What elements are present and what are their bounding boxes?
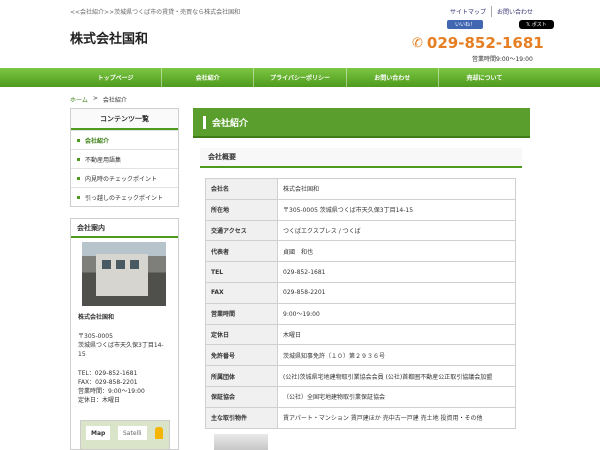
table-row: TEL 029-852-1681 — [205, 261, 516, 283]
info-address: 茨城県つくば市天久保3丁目14- — [78, 342, 164, 349]
row-label: 主な取引物件 — [205, 406, 278, 429]
social-buttons: いいね！ 𝕏 ポスト — [447, 20, 554, 29]
office-photo — [82, 242, 166, 306]
info-fax: FAX：029-858-2201 — [78, 379, 138, 386]
info-hours: 営業時間：9:00～19:00 — [78, 388, 145, 395]
table-row: 所属団体 (公社)茨城県宅地建物取引業協会会員 (公社)首都圏不動産公正取引協議会… — [205, 365, 516, 387]
row-value: 茨城県知事免許（１０）第２９３６号 — [277, 344, 516, 367]
sidebar-item-label: 引っ越しのチェックポイント — [85, 194, 164, 202]
fb-like-label: いいね！ — [454, 22, 475, 28]
row-value: 029-858-2201 — [277, 281, 516, 304]
satellite-tab[interactable]: Satelli — [118, 426, 147, 440]
company-info-table: 会社名 株式会社国和 所在地 〒305-0005 茨城県つくば市天久保3丁目14-15… — [205, 178, 516, 429]
x-post-label: ポスト — [531, 22, 547, 28]
sidebar-item-label: 会社紹介 — [85, 137, 110, 145]
sidebar-item-viewing-checkpoints[interactable]: 内見時のチェックポイント — [71, 168, 178, 187]
street-view-pegman-icon[interactable] — [155, 427, 163, 439]
page-title-bar: 会社紹介 — [193, 108, 530, 138]
phone-number[interactable]: ✆ 029-852-1681 — [412, 34, 544, 52]
row-value: 賃アパート・マンション 賃戸建ほか 売中古一戸建 売土地 投資用・その他 — [277, 406, 516, 429]
table-row: 交通アクセス つくばエクスプレス / つくば — [205, 219, 516, 242]
row-value: 株式会社国和 — [277, 178, 516, 200]
facebook-like-button[interactable]: いいね！ — [447, 20, 483, 29]
row-value: 貞國 和也 — [277, 240, 516, 263]
row-label: FAX — [205, 281, 278, 304]
table-row: 営業時間 9:00～19:00 — [205, 302, 516, 325]
title-marker-icon — [203, 115, 206, 129]
contact-link[interactable]: お問い合わせ — [491, 6, 538, 17]
nav-contact[interactable]: お問い合わせ — [345, 68, 438, 87]
table-row: FAX 029-858-2201 — [205, 281, 516, 304]
row-label: 交通アクセス — [205, 219, 278, 242]
nav-top[interactable]: トップページ — [70, 68, 161, 87]
row-label: 会社名 — [205, 178, 278, 200]
info-tel: TEL：029-852-1681 — [78, 370, 138, 377]
info-holiday: 定休日：木曜日 — [78, 397, 121, 404]
global-nav: トップページ 会社紹介 プライバシーポリシー お問い合わせ 売却について — [0, 68, 600, 87]
row-value: 029-852-1681 — [277, 261, 516, 283]
info-postal: 〒305-0005 — [78, 333, 113, 340]
nav-privacy[interactable]: プライバシーポリシー — [253, 68, 345, 87]
sidebar-item-company[interactable]: 会社紹介 — [71, 130, 178, 149]
bullet-icon — [77, 157, 80, 161]
row-label: 所属団体 — [205, 365, 278, 387]
sidebar-company-info: 会社案内 株式会社国和 〒305-0005 茨城県つくば市天久保3丁目14- 1… — [70, 218, 179, 450]
breadcrumb: ホーム > 会社紹介 — [70, 95, 127, 104]
x-post-button[interactable]: 𝕏 ポスト — [519, 20, 554, 29]
info-company-name: 株式会社国和 — [78, 314, 115, 321]
table-row: 保証協会 （公社）全国宅地建物取引業保証協会 — [205, 385, 516, 408]
table-row: 主な取引物件 賃アパート・マンション 賃戸建ほか 売中古一戸建 売土地 投資用・そ… — [205, 406, 516, 429]
row-value: つくばエクスプレス / つくば — [277, 219, 516, 242]
business-hours: 営業時間9:00～19:00 — [472, 56, 533, 63]
phone-icon: ✆ — [412, 35, 423, 51]
table-row: 会社名 株式会社国和 — [205, 178, 516, 200]
phone-text: 029-852-1681 — [426, 34, 544, 52]
bullet-icon — [77, 138, 80, 142]
tagline: <<会社紹介>>茨城県つくば市の賃貸・売買なら株式会社国和 — [70, 9, 241, 16]
page-title: 会社紹介 — [212, 118, 249, 129]
table-row: 所在地 〒305-0005 茨城県つくば市天久保3丁目14-15 — [205, 198, 516, 221]
sidebar-item-label: 内見時のチェックポイント — [85, 175, 158, 183]
breadcrumb-current: 会社紹介 — [102, 97, 127, 104]
section-title: 会社概要 — [200, 148, 522, 168]
sidebar-contents: コンテンツ一覧 会社紹介 不動産用語集 内見時のチェックポイント 引っ越しのチェ… — [70, 108, 179, 207]
map-tab[interactable]: Map — [86, 426, 111, 440]
row-label: 代表者 — [205, 240, 278, 263]
sidebar-contents-title: コンテンツ一覧 — [71, 109, 178, 130]
row-label: 保証協会 — [205, 385, 278, 408]
info-address-line2: 15 — [78, 351, 86, 358]
row-value: 〒305-0005 茨城県つくば市天久保3丁目14-15 — [277, 198, 516, 221]
nav-sell[interactable]: 売却について — [437, 68, 530, 87]
top-links: サイトマップ お問い合わせ — [445, 6, 538, 17]
row-value: （公社）全国宅地建物取引業保証協会 — [277, 385, 516, 408]
row-label: 定休日 — [205, 323, 278, 346]
row-label: TEL — [205, 261, 278, 283]
row-value: 9:00～19:00 — [277, 302, 516, 325]
breadcrumb-home[interactable]: ホーム — [70, 95, 88, 104]
row-value: (公社)茨城県宅地建物取引業協会会員 (公社)首都圏不動産公正取引協議会加盟 — [277, 365, 516, 387]
table-row: 免許番号 茨城県知事免許（１０）第２９３６号 — [205, 344, 516, 367]
table-row: 定休日 木曜日 — [205, 323, 516, 346]
nav-company[interactable]: 会社紹介 — [161, 68, 253, 87]
sidebar-item-glossary[interactable]: 不動産用語集 — [71, 149, 178, 168]
embedded-map[interactable]: Map Satelli — [80, 420, 170, 450]
sidebar-item-moving-checkpoints[interactable]: 引っ越しのチェックポイント — [71, 187, 178, 206]
bullet-icon — [77, 195, 80, 199]
company-photo — [214, 434, 268, 450]
sitemap-link[interactable]: サイトマップ — [445, 6, 491, 17]
sidebar-item-label: 不動産用語集 — [85, 156, 122, 164]
bullet-icon — [77, 176, 80, 180]
row-label: 免許番号 — [205, 344, 278, 367]
table-row: 代表者 貞國 和也 — [205, 240, 516, 263]
row-label: 営業時間 — [205, 302, 278, 325]
row-value: 木曜日 — [277, 323, 516, 346]
breadcrumb-separator: > — [92, 95, 98, 102]
company-name[interactable]: 株式会社国和 — [70, 28, 148, 47]
row-label: 所在地 — [205, 198, 278, 221]
sidebar-info-title: 会社案内 — [71, 219, 178, 238]
